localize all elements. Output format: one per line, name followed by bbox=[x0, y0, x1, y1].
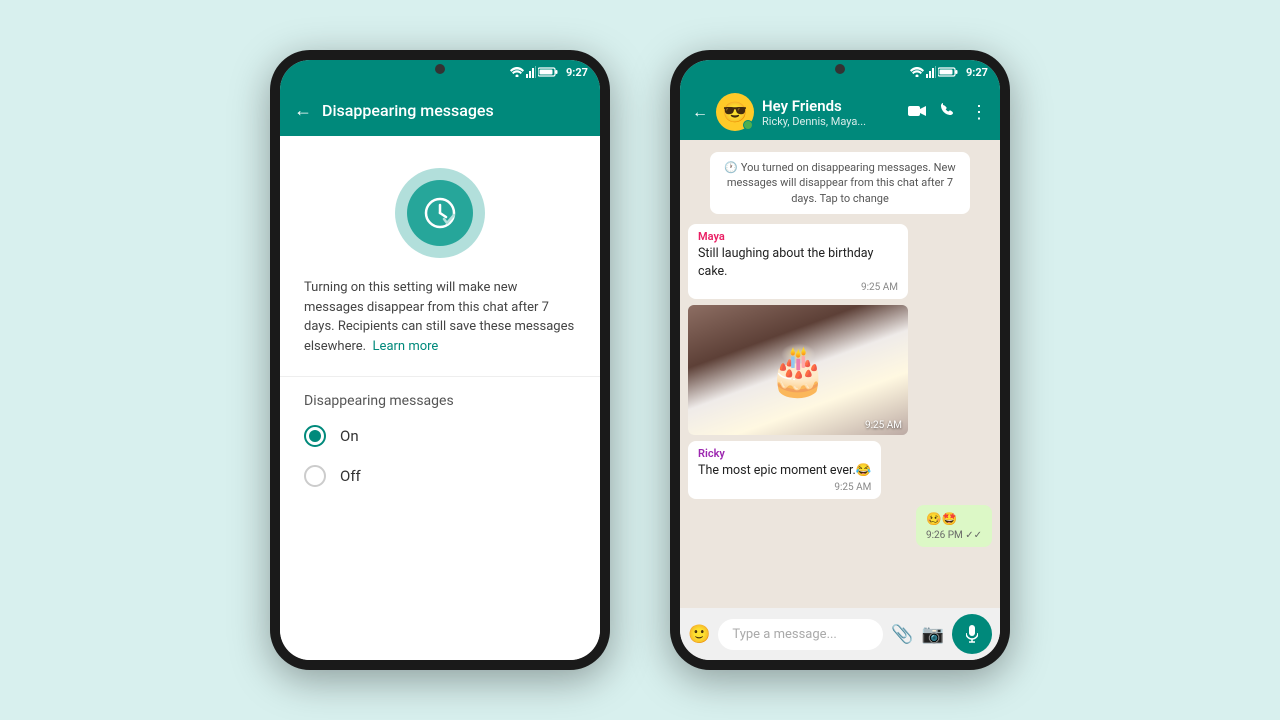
cake-image bbox=[688, 305, 908, 435]
msg-maya-image: 9:25 AM bbox=[688, 305, 908, 435]
back-button-1[interactable]: ← bbox=[294, 100, 312, 121]
video-call-icon[interactable] bbox=[908, 103, 926, 122]
status-icons-1 bbox=[510, 66, 558, 78]
chat-members: Ricky, Dennis, Maya... bbox=[762, 115, 900, 128]
phone-screen-2: 9:27 ← 😎 Hey Friends Ricky, Dennis, Maya… bbox=[680, 60, 1000, 660]
message-input[interactable]: Type a message... bbox=[718, 619, 883, 650]
msg-maya-text: Maya Still laughing about the birthday c… bbox=[688, 224, 908, 299]
dm-description: Turning on this setting will make new me… bbox=[280, 278, 600, 377]
chat-info: Hey Friends Ricky, Dennis, Maya... bbox=[762, 97, 900, 128]
time-1: 9:27 bbox=[566, 66, 588, 79]
radio-off-label: Off bbox=[340, 467, 361, 485]
signal-icon bbox=[526, 66, 536, 78]
radio-on-button[interactable] bbox=[304, 425, 326, 447]
settings-header: ← Disappearing messages bbox=[280, 84, 600, 136]
msg-sender-ricky: Ricky bbox=[698, 447, 871, 460]
chat-actions: ⋮ bbox=[908, 102, 988, 123]
chat-body[interactable]: 🕐 You turned on disappearing messages. N… bbox=[680, 140, 1000, 608]
phone-settings: 9:27 ← Disappearing messages bbox=[270, 50, 610, 670]
battery-icon bbox=[538, 66, 558, 78]
chat-name: Hey Friends bbox=[762, 97, 900, 115]
more-options-icon[interactable]: ⋮ bbox=[970, 102, 988, 123]
online-dot bbox=[743, 120, 753, 130]
input-placeholder: Type a message... bbox=[732, 627, 836, 642]
msg-maya-text-content: Still laughing about the birthday cake. bbox=[698, 245, 898, 280]
radio-off-option[interactable]: Off bbox=[304, 465, 576, 487]
dm-circle-outer bbox=[395, 168, 485, 258]
phone-notch-2 bbox=[835, 64, 845, 74]
emoji-icon[interactable]: 🙂 bbox=[688, 624, 710, 645]
radio-off-button[interactable] bbox=[304, 465, 326, 487]
phone-notch bbox=[435, 64, 445, 74]
learn-more-link[interactable]: Learn more bbox=[373, 339, 439, 354]
system-message[interactable]: 🕐 You turned on disappearing messages. N… bbox=[710, 152, 970, 214]
system-message-text: You turned on disappearing messages. New… bbox=[727, 161, 956, 205]
radio-on-option[interactable]: On bbox=[304, 425, 576, 447]
wifi-icon bbox=[510, 67, 524, 77]
phone-chat: 9:27 ← 😎 Hey Friends Ricky, Dennis, Maya… bbox=[670, 50, 1010, 670]
dm-screen: Turning on this setting will make new me… bbox=[280, 136, 600, 660]
dm-options: Disappearing messages On Off bbox=[280, 377, 600, 521]
wifi-icon-2 bbox=[910, 67, 924, 77]
phone-call-icon[interactable] bbox=[940, 102, 956, 122]
chat-header: ← 😎 Hey Friends Ricky, Dennis, Maya... bbox=[680, 84, 1000, 140]
radio-on-label: On bbox=[340, 427, 359, 445]
dm-description-text: Turning on this setting will make new me… bbox=[304, 280, 574, 354]
image-time: 9:25 AM bbox=[865, 420, 902, 431]
msg-sent: 🥴🤩 9:26 PM ✓✓ bbox=[916, 505, 992, 548]
msg-ricky-text: The most epic moment ever.😂 bbox=[698, 462, 871, 480]
msg-maya-time: 9:25 AM bbox=[698, 282, 898, 293]
status-icons-2 bbox=[910, 66, 958, 78]
msg-ricky: Ricky The most epic moment ever.😂 9:25 A… bbox=[688, 441, 881, 499]
camera-icon[interactable]: 📷 bbox=[922, 624, 944, 645]
dm-icon-area bbox=[280, 136, 600, 278]
battery-icon-2 bbox=[938, 66, 958, 78]
time-2: 9:27 bbox=[966, 66, 988, 79]
video-icon-svg bbox=[908, 104, 926, 118]
options-label: Disappearing messages bbox=[304, 393, 576, 409]
back-button-2[interactable]: ← bbox=[692, 102, 708, 122]
msg-sent-time: 9:26 PM ✓✓ bbox=[926, 530, 982, 541]
chat-avatar: 😎 bbox=[716, 93, 754, 131]
msg-sender-maya: Maya bbox=[698, 230, 898, 243]
settings-title: Disappearing messages bbox=[322, 101, 586, 120]
attachment-icon[interactable]: 📎 bbox=[891, 624, 913, 645]
msg-ricky-time: 9:25 AM bbox=[698, 482, 871, 493]
mic-button[interactable] bbox=[952, 614, 992, 654]
phone-icon-svg bbox=[940, 102, 956, 118]
clock-icon: 🕐 bbox=[724, 161, 738, 174]
chat-input-bar: 🙂 Type a message... 📎 📷 bbox=[680, 608, 1000, 660]
msg-sent-text: 🥴🤩 bbox=[926, 511, 982, 529]
dm-circle-inner bbox=[407, 180, 473, 246]
mic-icon-svg bbox=[966, 625, 978, 643]
clock-check-icon bbox=[424, 197, 456, 229]
phone-screen: 9:27 ← Disappearing messages bbox=[280, 60, 600, 660]
signal-icon-2 bbox=[926, 66, 936, 78]
scene: 9:27 ← Disappearing messages bbox=[270, 50, 1010, 670]
